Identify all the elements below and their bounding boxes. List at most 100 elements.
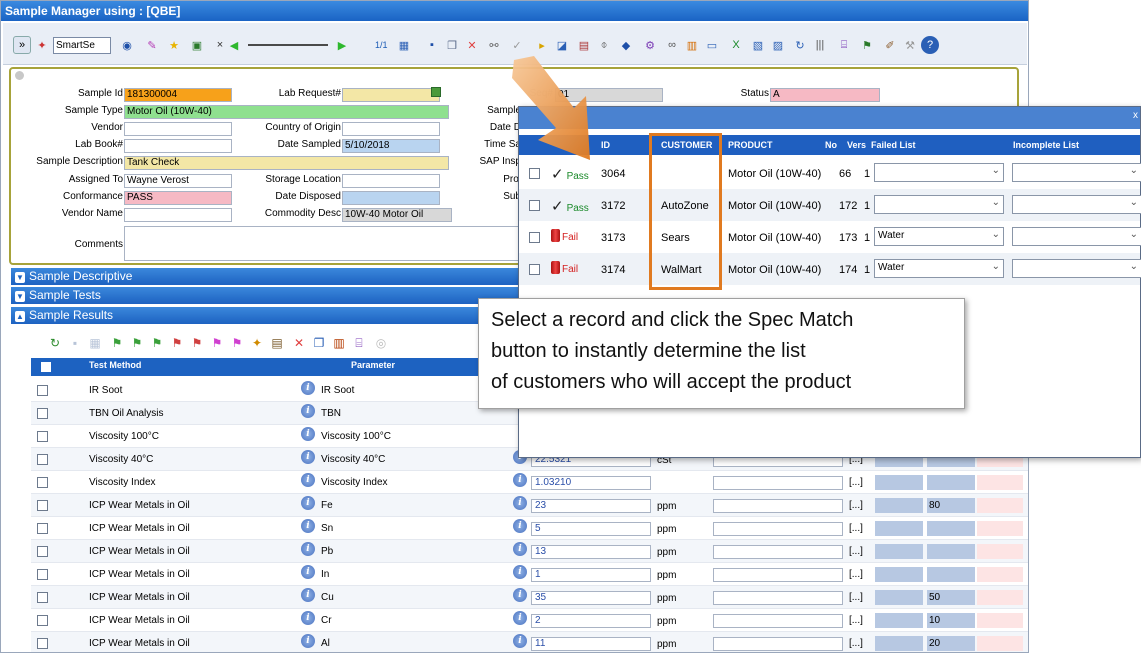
lab-book-field[interactable] <box>124 139 232 153</box>
flag-icon[interactable]: ⚑ <box>109 335 125 351</box>
more-button[interactable]: [...] <box>849 477 863 488</box>
settings-icon[interactable]: ◎ <box>373 335 389 351</box>
more-button[interactable]: [...] <box>849 569 863 580</box>
sample-type-field[interactable]: Motor Oil (10W-40) <box>124 105 449 119</box>
info-icon[interactable]: i <box>513 473 527 487</box>
result-row[interactable]: ICP Wear Metals in Oil i Fe i 23 ppm [...] 80 <box>31 494 1028 517</box>
link-icon[interactable]: ∞ <box>663 36 681 54</box>
spec-flag-field[interactable] <box>977 521 1023 536</box>
spec-min-field[interactable] <box>875 567 923 582</box>
comment-field[interactable] <box>713 499 843 513</box>
flag-icon[interactable]: ⚑ <box>149 335 165 351</box>
lab-request-field[interactable] <box>342 88 440 102</box>
spec-match-icon[interactable]: ⚯ <box>485 36 503 54</box>
excel-icon[interactable]: X <box>727 36 745 54</box>
row-checkbox[interactable] <box>37 569 48 580</box>
failed-list-select[interactable]: Water ⌄ <box>874 259 1004 278</box>
info-icon[interactable]: i <box>513 565 527 579</box>
book-icon[interactable]: ⌸ <box>351 335 367 351</box>
pivot-icon[interactable]: ▥ <box>683 36 701 54</box>
spec-flag-field[interactable] <box>977 498 1023 513</box>
failed-list-select[interactable]: Water ⌄ <box>874 227 1004 246</box>
sample-id-field[interactable]: 181300004 <box>124 88 232 102</box>
result-value-field[interactable]: 23 <box>531 499 651 513</box>
incomplete-list-select[interactable]: ⌄ <box>1012 163 1141 182</box>
grid-icon[interactable]: ▦ <box>395 36 413 54</box>
spec-flag-field[interactable] <box>977 475 1023 490</box>
comment-field[interactable] <box>713 545 843 559</box>
spec-flag-field[interactable] <box>977 544 1023 559</box>
result-row[interactable]: ICP Wear Metals in Oil i Pb i 13 ppm [...] <box>31 540 1028 563</box>
result-row[interactable]: ICP Wear Metals in Oil i Cu i 35 ppm [...] 50 <box>31 586 1028 609</box>
comment-field[interactable] <box>713 637 843 651</box>
book-icon[interactable]: ⌸ <box>835 36 853 54</box>
row-checkbox[interactable] <box>37 431 48 442</box>
row-checkbox[interactable] <box>529 264 540 275</box>
binoculars-icon[interactable]: ◉ <box>118 36 136 54</box>
help-icon[interactable]: ? <box>921 36 939 54</box>
spec-min-field[interactable] <box>875 590 923 605</box>
diamond-icon[interactable]: ◆ <box>617 36 635 54</box>
smart-search-input[interactable] <box>53 37 111 54</box>
result-row[interactable]: Viscosity Index i Viscosity Index i 1.03210 [… <box>31 471 1028 494</box>
spec-min-field[interactable] <box>875 498 923 513</box>
more-button[interactable]: [...] <box>849 546 863 557</box>
more-button[interactable]: [...] <box>849 523 863 534</box>
info-icon[interactable]: i <box>301 473 315 487</box>
spec-min-field[interactable] <box>875 613 923 628</box>
incomplete-list-select[interactable]: ⌄ <box>1012 259 1141 278</box>
failed-list-select[interactable]: ⌄ <box>874 163 1004 182</box>
more-button[interactable]: [...] <box>849 615 863 626</box>
approve-icon[interactable]: ✓ <box>508 36 526 54</box>
close-icon[interactable]: x <box>1133 110 1138 121</box>
workflow-icon[interactable]: ⚑ <box>858 36 876 54</box>
expand-icon[interactable]: » <box>13 36 31 54</box>
row-checkbox[interactable] <box>37 615 48 626</box>
info-icon[interactable]: i <box>513 496 527 510</box>
result-value-field[interactable]: 2 <box>531 614 651 628</box>
chart-icon[interactable]: ◪ <box>553 36 571 54</box>
row-checkbox[interactable] <box>529 232 540 243</box>
lookup-icon[interactable] <box>431 87 441 97</box>
row-checkbox[interactable] <box>37 546 48 557</box>
vendor-name-field[interactable] <box>124 208 232 222</box>
spec-min-field[interactable] <box>875 544 923 559</box>
storage-location-field[interactable] <box>342 174 440 188</box>
info-icon[interactable]: i <box>301 450 315 464</box>
incomplete-list-select[interactable]: ⌄ <box>1012 227 1141 246</box>
new-icon[interactable]: ✦ <box>249 335 265 351</box>
flag-icon[interactable]: ⚑ <box>129 335 145 351</box>
info-icon[interactable]: i <box>301 381 315 395</box>
spec-min-field[interactable] <box>875 521 923 536</box>
attach-icon[interactable]: ⌽ <box>595 36 613 54</box>
info-icon[interactable]: i <box>301 634 315 648</box>
comment-field[interactable] <box>713 591 843 605</box>
row-checkbox[interactable] <box>529 200 540 211</box>
info-icon[interactable]: i <box>513 519 527 533</box>
info-icon[interactable]: i <box>301 542 315 556</box>
result-value-field[interactable]: 1.03210 <box>531 476 651 490</box>
more-button[interactable]: [...] <box>849 592 863 603</box>
row-checkbox[interactable] <box>37 523 48 534</box>
info-icon[interactable]: i <box>301 611 315 625</box>
save-icon[interactable]: ▪ <box>67 335 83 351</box>
conformance-field[interactable]: PASS <box>124 191 232 205</box>
chart-icon[interactable]: ▥ <box>331 335 347 351</box>
assigned-to-field[interactable]: Wayne Verost <box>124 174 232 188</box>
last-record-icon[interactable]: ▶ <box>333 36 351 54</box>
flag-icon[interactable]: ⚑ <box>209 335 225 351</box>
commodity-desc-field[interactable]: 10W-40 Motor Oil <box>342 208 452 222</box>
refresh-icon[interactable]: ↻ <box>791 36 809 54</box>
new-record-icon[interactable]: ✦ <box>33 36 51 54</box>
row-checkbox[interactable] <box>37 638 48 649</box>
barcode-icon[interactable]: ||| <box>811 36 829 54</box>
spec-match-row[interactable]: ✓ Pass 3064 Motor Oil (10W-40) 66 1 ⌄ ⌄ <box>519 157 1141 189</box>
spec-max-field[interactable]: 20 <box>927 636 975 651</box>
info-icon[interactable]: i <box>513 611 527 625</box>
spec-match-row[interactable]: Fail 3173 Sears Motor Oil (10W-40) 173 1 Water… <box>519 221 1141 253</box>
spec-match-row[interactable]: ✓ Pass 3172 AutoZone Motor Oil (10W-40) 172 1 ⌄… <box>519 189 1141 221</box>
result-row[interactable]: ICP Wear Metals in Oil i In i 1 ppm [...] <box>31 563 1028 586</box>
comment-field[interactable] <box>713 568 843 582</box>
result-value-field[interactable]: 1 <box>531 568 651 582</box>
delete-icon[interactable]: ✕ <box>463 36 481 54</box>
